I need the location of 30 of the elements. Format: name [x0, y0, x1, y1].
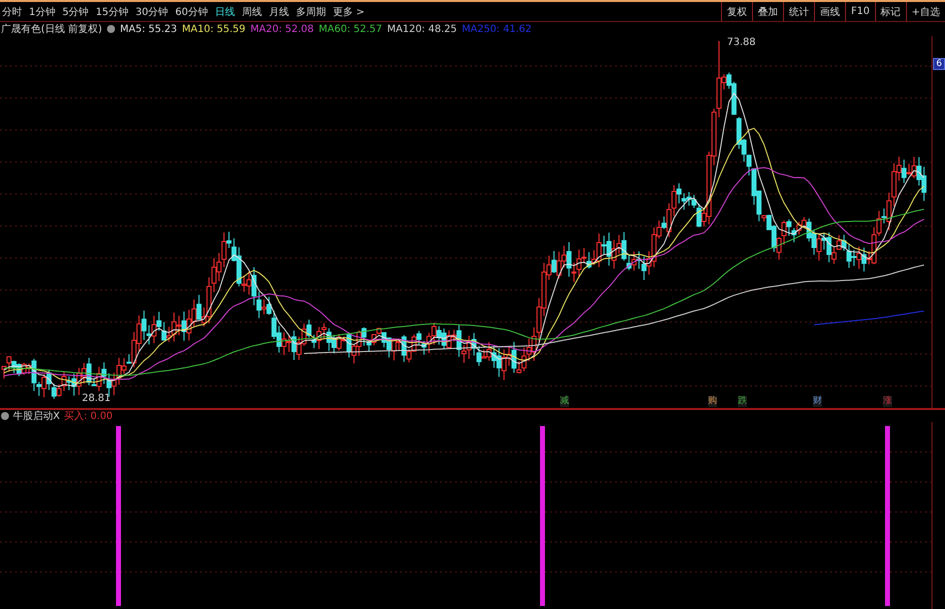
- period-tab[interactable]: 月线: [268, 4, 289, 18]
- indicator-name: 牛股启动X: [13, 410, 60, 423]
- moving-average-label: MA120: 48.25: [387, 24, 457, 34]
- chart-title: 广晟有色(日线 前复权): [1, 22, 102, 36]
- signal-marker: 购: [708, 396, 717, 407]
- signal-marker: 减: [560, 396, 569, 407]
- signal-marker: 跌: [738, 396, 747, 407]
- moving-average-label: MA250: 41.62: [462, 24, 532, 34]
- period-tab[interactable]: 1分钟: [29, 4, 56, 18]
- low-price-label: 28.81: [82, 393, 111, 404]
- signal-marker: 涨: [883, 396, 892, 407]
- period-tab[interactable]: 日线: [214, 4, 235, 18]
- period-tab[interactable]: 周线: [242, 4, 262, 18]
- indicator-reading: 买入: 0.00: [64, 410, 113, 423]
- period-tab[interactable]: 60分钟: [175, 4, 208, 18]
- moving-average-label: MA20: 52.08: [250, 24, 314, 34]
- moving-average-label: MA60: 52.57: [318, 24, 382, 34]
- moving-average-label: MA10: 55.59: [182, 24, 246, 34]
- period-tab[interactable]: 分时: [2, 4, 22, 18]
- period-tab[interactable]: 更多 >: [332, 4, 365, 18]
- moving-average-label: MA5: 55.23: [120, 24, 177, 34]
- period-tab[interactable]: 5分钟: [62, 4, 89, 18]
- signal-marker: 财: [813, 396, 822, 407]
- high-price-label: 73.88: [727, 37, 756, 48]
- period-tab[interactable]: 多周期: [296, 4, 326, 18]
- price-axis-label: 6: [933, 58, 945, 70]
- period-tab[interactable]: 30分钟: [135, 4, 168, 18]
- settings-dot-icon[interactable]: [1, 412, 9, 420]
- period-tab[interactable]: 15分钟: [96, 4, 128, 18]
- settings-dot-icon[interactable]: [106, 25, 115, 33]
